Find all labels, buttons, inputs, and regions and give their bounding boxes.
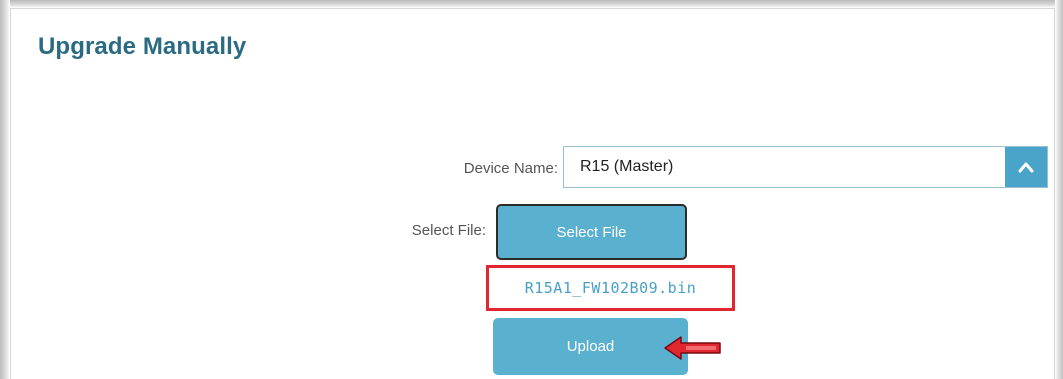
device-name-value: R15 (Master) — [580, 158, 674, 175]
device-select-toggle[interactable] — [1005, 147, 1047, 187]
chevron-up-icon — [1018, 162, 1034, 173]
selected-file-highlight: R15A1_FW102B09.bin — [486, 265, 735, 311]
select-file-label: Select File: — [411, 222, 486, 239]
device-name-label: Device Name: — [463, 160, 558, 177]
upgrade-panel: Upgrade Manually Device Name: R15 (Maste… — [0, 0, 1063, 379]
arrow-left-icon — [664, 336, 721, 360]
panel-shadow-left — [0, 0, 10, 379]
device-name-select[interactable]: R15 (Master) — [563, 146, 1048, 188]
section-title: Upgrade Manually — [38, 33, 247, 60]
selected-file-name: R15A1_FW102B09.bin — [524, 279, 697, 297]
select-file-button[interactable]: Select File — [496, 204, 687, 260]
panel-shadow-right — [1055, 0, 1063, 379]
upload-button[interactable]: Upload — [493, 318, 688, 375]
panel-shadow-top — [0, 0, 1063, 8]
